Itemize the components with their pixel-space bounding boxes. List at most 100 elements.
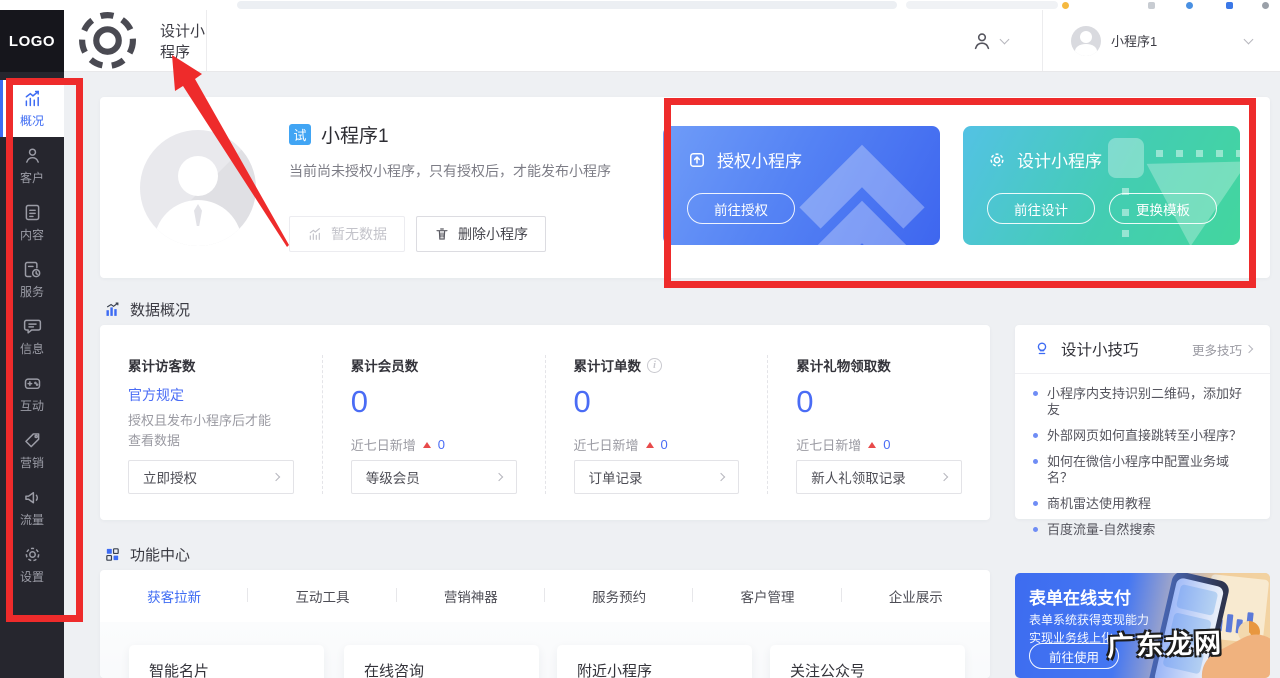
program-name: 小程序1 [1111, 31, 1157, 50]
stat-note: 授权且发布小程序后才能 查看数据 [128, 411, 294, 451]
gift-records-button[interactable]: 新人礼领取记录 [796, 460, 962, 494]
order-records-button[interactable]: 订单记录 [574, 460, 740, 494]
sidebar-item-marketing[interactable]: 营销 [0, 422, 64, 479]
sidebar-item-messages[interactable]: 信息 [0, 308, 64, 365]
person-icon [22, 145, 43, 166]
account-menu[interactable] [937, 10, 1042, 71]
change-template-button[interactable]: 更换模板 [1109, 193, 1217, 224]
stat-value: 0 [796, 385, 962, 419]
chevron-down-icon [1000, 34, 1010, 44]
bookmark-star-icon[interactable] [1062, 2, 1069, 9]
feature-card-follow-official[interactable]: 关注公众号 [770, 645, 965, 678]
tip-link[interactable]: 商机雷达使用教程 [1033, 496, 1252, 512]
member-levels-button[interactable]: 等级会员 [351, 460, 517, 494]
stat-orders: 累计订单数 i 0 近七日新增 0 订单记录 [546, 355, 769, 494]
info-icon[interactable]: i [647, 358, 662, 373]
feature-card-nearby-miniprogram[interactable]: 附近小程序 [557, 645, 752, 678]
sidebar-item-content[interactable]: 内容 [0, 194, 64, 251]
stat-delta: 近七日新增 0 [351, 435, 517, 454]
tab-acquisition[interactable]: 获客拉新 [100, 586, 248, 606]
feature-tabs: 获客拉新 互动工具 营销神器 服务预约 客户管理 企业展示 [100, 574, 990, 618]
section-title: 数据概况 [130, 299, 190, 320]
authorize-now-button[interactable]: 立即授权 [128, 460, 294, 494]
tips-panel: 设计小技巧 更多技巧 小程序内支持识别二维码，添加好友 外部网页如何直接跳转至小… [1015, 325, 1270, 519]
triangle-up-icon [423, 442, 431, 448]
feature-card-online-consult[interactable]: 在线咨询 [344, 645, 539, 678]
logo: LOGO [0, 10, 64, 72]
grid-icon [104, 546, 121, 563]
tab-interactive-tools[interactable]: 互动工具 [248, 586, 396, 606]
sidebar-item-customers[interactable]: 客户 [0, 137, 64, 194]
stat-gifts: 累计礼物领取数 0 近七日新增 0 新人礼领取记录 [768, 355, 990, 494]
document-icon [22, 202, 43, 223]
program-switcher[interactable]: 小程序1 [1043, 10, 1280, 71]
go-design-button[interactable]: 前往设计 [987, 193, 1095, 224]
section-title: 功能中心 [130, 544, 190, 565]
upload-icon [687, 150, 707, 170]
tab-design-miniprogram[interactable]: 设计小程序 [64, 10, 207, 71]
feature-card-smart-card[interactable]: 智能名片 [129, 645, 324, 678]
sidebar-item-overview[interactable]: 概况 [0, 80, 64, 137]
extension-icon[interactable] [1186, 2, 1193, 9]
tip-link[interactable]: 外部网页如何直接跳转至小程序？ [1033, 428, 1252, 444]
promo-design-card[interactable]: 设计小程序 前往设计 更换模板 [963, 126, 1240, 245]
sidebar-item-services[interactable]: 服务 [0, 251, 64, 308]
bulb-icon [1033, 340, 1051, 358]
sidebar-item-label: 互动 [20, 397, 44, 414]
header-right: 小程序1 [937, 10, 1280, 71]
chevron-right-icon [1245, 345, 1253, 353]
bullet-dot [1033, 391, 1038, 396]
profile-icon[interactable] [1262, 2, 1269, 9]
tab-label: 设计小程序 [160, 20, 206, 62]
sidebar-item-label: 设置 [20, 568, 44, 585]
data-overview-header: 数据概况 [104, 299, 190, 320]
gear-icon [987, 150, 1007, 170]
gear-icon [22, 544, 43, 565]
more-tips-link[interactable]: 更多技巧 [1192, 340, 1252, 359]
chevron-right-icon [272, 473, 280, 481]
watermark: 广东龙网 [1106, 621, 1223, 664]
address-bar[interactable] [237, 1, 897, 9]
sidebar-item-interaction[interactable]: 互动 [0, 365, 64, 422]
tab-service-booking[interactable]: 服务预约 [545, 586, 693, 606]
tab-marketing-tools[interactable]: 营销神器 [397, 586, 545, 606]
chevron-down-icon [1244, 34, 1254, 44]
stat-visitors: 累计访客数 官方规定 授权且发布小程序后才能 查看数据 立即授权 [100, 355, 323, 494]
sidebar-item-label: 流量 [20, 511, 44, 528]
official-rules-link[interactable]: 官方规定 [128, 385, 294, 405]
action-label: 订单记录 [589, 467, 643, 487]
delete-miniprogram-button[interactable]: 删除小程序 [416, 216, 546, 252]
action-label: 新人礼领取记录 [811, 467, 906, 487]
sidebar-item-label: 内容 [20, 226, 44, 243]
triangle-up-icon [868, 442, 876, 448]
promo-title: 设计小程序 [1017, 147, 1102, 172]
tab-enterprise-display[interactable]: 企业展示 [842, 586, 990, 606]
go-authorize-button[interactable]: 前往授权 [687, 193, 795, 224]
chevron-right-icon [940, 473, 948, 481]
tip-link[interactable]: 小程序内支持识别二维码，添加好友 [1033, 386, 1252, 418]
page: LOGO 设计小程序 小程序1 [0, 0, 1280, 678]
sidebar-item-label: 营销 [20, 454, 44, 471]
tab-customer-management[interactable]: 客户管理 [693, 586, 841, 606]
sidebar-item-settings[interactable]: 设置 [0, 536, 64, 593]
feature-center-header: 功能中心 [104, 544, 190, 565]
authorization-notice: 当前尚未授权小程序，只有授权后，才能发布小程序 [289, 161, 611, 181]
sidebar-item-traffic[interactable]: 流量 [0, 479, 64, 536]
program-avatar [1071, 26, 1101, 56]
printer-icon[interactable] [1148, 2, 1155, 9]
tip-link[interactable]: 如何在微信小程序中配置业务域名？ [1033, 454, 1252, 486]
secondary-bar[interactable] [906, 1, 1058, 9]
stats-card: 累计访客数 官方规定 授权且发布小程序后才能 查看数据 立即授权 累计会员数 0… [100, 325, 990, 520]
tips-title: 设计小技巧 [1061, 338, 1139, 360]
no-data-button[interactable]: 暂无数据 [289, 216, 405, 252]
apps-icon[interactable] [1226, 2, 1233, 9]
gear-icon [64, 0, 151, 84]
form-payment-banner[interactable]: 表单在线支付 表单系统获得变现能力 实现业务线上化 前往使用 广东龙网 [1015, 573, 1270, 678]
chart-icon [307, 226, 323, 242]
promo-authorize-card[interactable]: 授权小程序 前往授权 [663, 126, 940, 245]
tip-link[interactable]: 百度流量-自然搜索 [1033, 522, 1252, 538]
avatar [140, 130, 256, 246]
chart-icon [104, 301, 121, 318]
go-use-button[interactable]: 前往使用 [1029, 643, 1119, 669]
sidebar-item-label: 概况 [20, 112, 44, 129]
